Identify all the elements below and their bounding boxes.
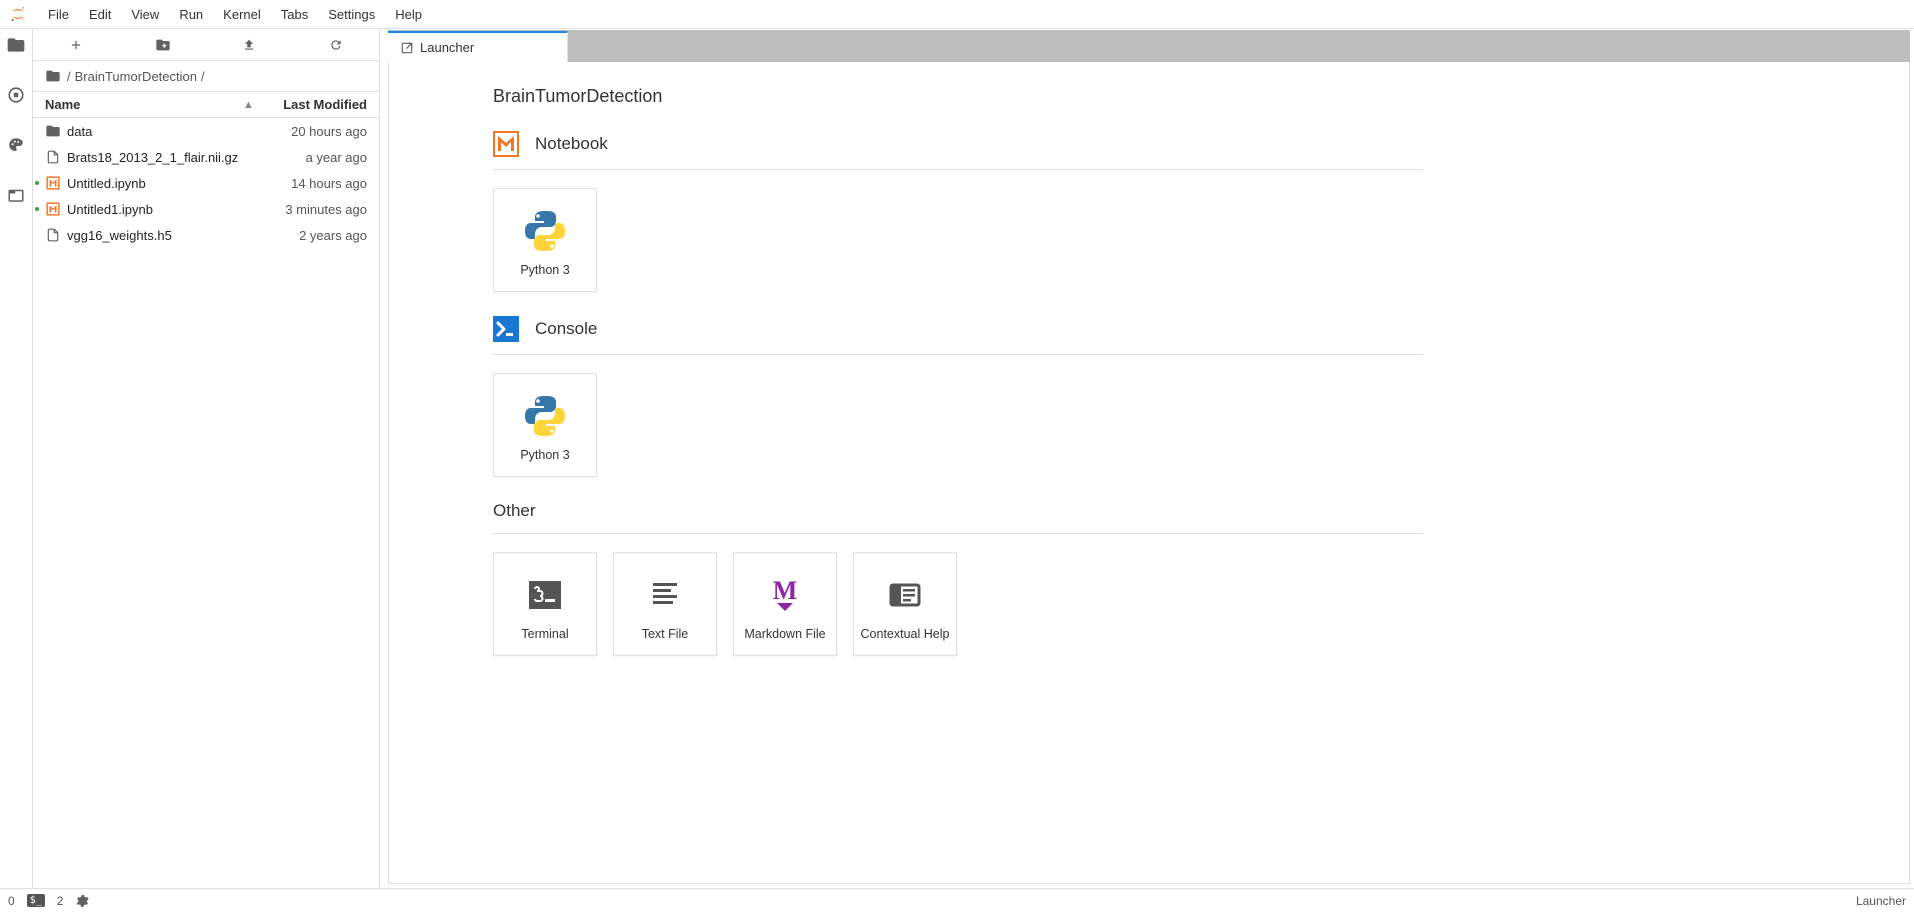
new-launcher-button[interactable]: [56, 38, 96, 52]
terminal-icon: [517, 567, 573, 623]
folder-icon: [45, 123, 61, 139]
menu-edit[interactable]: Edit: [79, 0, 121, 28]
package-count[interactable]: 0: [8, 894, 15, 908]
file-list-header: Name ▲ Last Modified: [33, 91, 379, 118]
file-row[interactable]: Brats18_2013_2_1_flair.nii.gza year ago: [33, 144, 379, 170]
menu-run[interactable]: Run: [169, 0, 213, 28]
section-title: Notebook: [535, 134, 608, 154]
launcher-card-markdown-file[interactable]: M Markdown File: [733, 552, 837, 656]
launcher-section-other: Other Terminal Text File M Markdown File Con…: [493, 501, 1909, 656]
notebook-icon: [45, 202, 61, 216]
running-dot-icon: [35, 181, 39, 185]
tab-bar: Launcher: [388, 30, 1910, 62]
file-row[interactable]: Untitled.ipynb14 hours ago: [33, 170, 379, 196]
file-modified: 3 minutes ago: [257, 202, 367, 217]
section-title: Other: [493, 501, 1423, 534]
running-dot-icon: [35, 207, 39, 211]
palette-icon[interactable]: [6, 135, 26, 155]
section-title: Console: [535, 319, 597, 339]
card-label: Contextual Help: [861, 627, 950, 641]
upload-button[interactable]: [229, 38, 269, 52]
launcher-panel: BrainTumorDetection Notebook Python 3: [388, 62, 1910, 884]
launcher-icon: [400, 41, 414, 55]
card-label: Python 3: [520, 263, 569, 277]
launcher-card-python-3[interactable]: Python 3: [493, 373, 597, 477]
markdown-icon: M: [757, 567, 813, 623]
breadcrumb-root[interactable]: /: [67, 69, 71, 84]
new-folder-button[interactable]: [143, 37, 183, 53]
file-name: Untitled.ipynb: [67, 176, 257, 191]
file-name: vgg16_weights.h5: [67, 228, 257, 243]
tabs-icon[interactable]: [6, 185, 26, 205]
launcher-section-notebook: Notebook Python 3: [493, 131, 1909, 292]
menu-settings[interactable]: Settings: [318, 0, 385, 28]
contexthelp-icon: [877, 567, 933, 623]
card-label: Markdown File: [744, 627, 825, 641]
file-browser: / BrainTumorDetection / Name ▲ Last Modi…: [33, 29, 380, 888]
tab-launcher[interactable]: Launcher: [388, 31, 568, 62]
file-row[interactable]: vgg16_weights.h52 years ago: [33, 222, 379, 248]
menu-kernel[interactable]: Kernel: [213, 0, 271, 28]
main-area: Launcher BrainTumorDetection Notebook Py…: [380, 29, 1914, 888]
breadcrumb-segment[interactable]: BrainTumorDetection: [75, 69, 197, 84]
terminal-count[interactable]: 2: [57, 894, 64, 908]
svg-text:M: M: [773, 576, 798, 605]
file-row[interactable]: Untitled1.ipynb3 minutes ago: [33, 196, 379, 222]
header-modified[interactable]: Last Modified: [257, 97, 367, 112]
file-list: data20 hours agoBrats18_2013_2_1_flair.n…: [33, 118, 379, 888]
running-icon[interactable]: [6, 85, 26, 105]
launcher-card-python-3[interactable]: Python 3: [493, 188, 597, 292]
file-icon: [45, 150, 61, 164]
launcher-card-terminal[interactable]: Terminal: [493, 552, 597, 656]
launcher-section-console: Console Python 3: [493, 316, 1909, 477]
file-icon: [45, 228, 61, 242]
sort-caret-up-icon[interactable]: ▲: [243, 99, 254, 111]
python-icon: [517, 388, 573, 444]
breadcrumb-trail: /: [201, 69, 205, 84]
file-name: Brats18_2013_2_1_flair.nii.gz: [67, 150, 257, 165]
status-right-label: Launcher: [1856, 894, 1906, 908]
header-name[interactable]: Name: [45, 97, 257, 112]
status-bar: 0 $_ 2 Launcher: [0, 888, 1914, 912]
card-label: Python 3: [520, 448, 569, 462]
menu-tabs[interactable]: Tabs: [271, 0, 318, 28]
menu-view[interactable]: View: [121, 0, 169, 28]
tab-label: Launcher: [420, 40, 474, 55]
file-browser-toolbar: [33, 29, 379, 61]
python-icon: [517, 203, 573, 259]
activity-bar: [0, 29, 33, 888]
folder-icon[interactable]: [45, 68, 61, 84]
file-modified: 14 hours ago: [257, 176, 367, 191]
card-label: Terminal: [521, 627, 568, 641]
launcher-card-text-file[interactable]: Text File: [613, 552, 717, 656]
folder-icon[interactable]: [6, 35, 26, 55]
notebook-icon: [45, 176, 61, 190]
breadcrumb: / BrainTumorDetection /: [33, 61, 379, 91]
file-name: Untitled1.ipynb: [67, 202, 257, 217]
file-modified: 2 years ago: [257, 228, 367, 243]
jupyter-logo: [8, 4, 28, 24]
notebook-icon: [493, 131, 519, 157]
terminal-status-icon[interactable]: $_: [27, 894, 45, 907]
settings-icon[interactable]: [75, 894, 89, 908]
refresh-button[interactable]: [316, 38, 356, 52]
file-row[interactable]: data20 hours ago: [33, 118, 379, 144]
file-modified: a year ago: [257, 150, 367, 165]
menu-bar: FileEditViewRunKernelTabsSettingsHelp: [0, 0, 1914, 29]
menu-help[interactable]: Help: [385, 0, 432, 28]
textfile-icon: [637, 567, 693, 623]
card-label: Text File: [642, 627, 689, 641]
menu-file[interactable]: File: [38, 0, 79, 28]
file-name: data: [67, 124, 257, 139]
console-icon: [493, 316, 519, 342]
launcher-card-contextual-help[interactable]: Contextual Help: [853, 552, 957, 656]
launcher-cwd-title: BrainTumorDetection: [493, 86, 1909, 107]
file-modified: 20 hours ago: [257, 124, 367, 139]
